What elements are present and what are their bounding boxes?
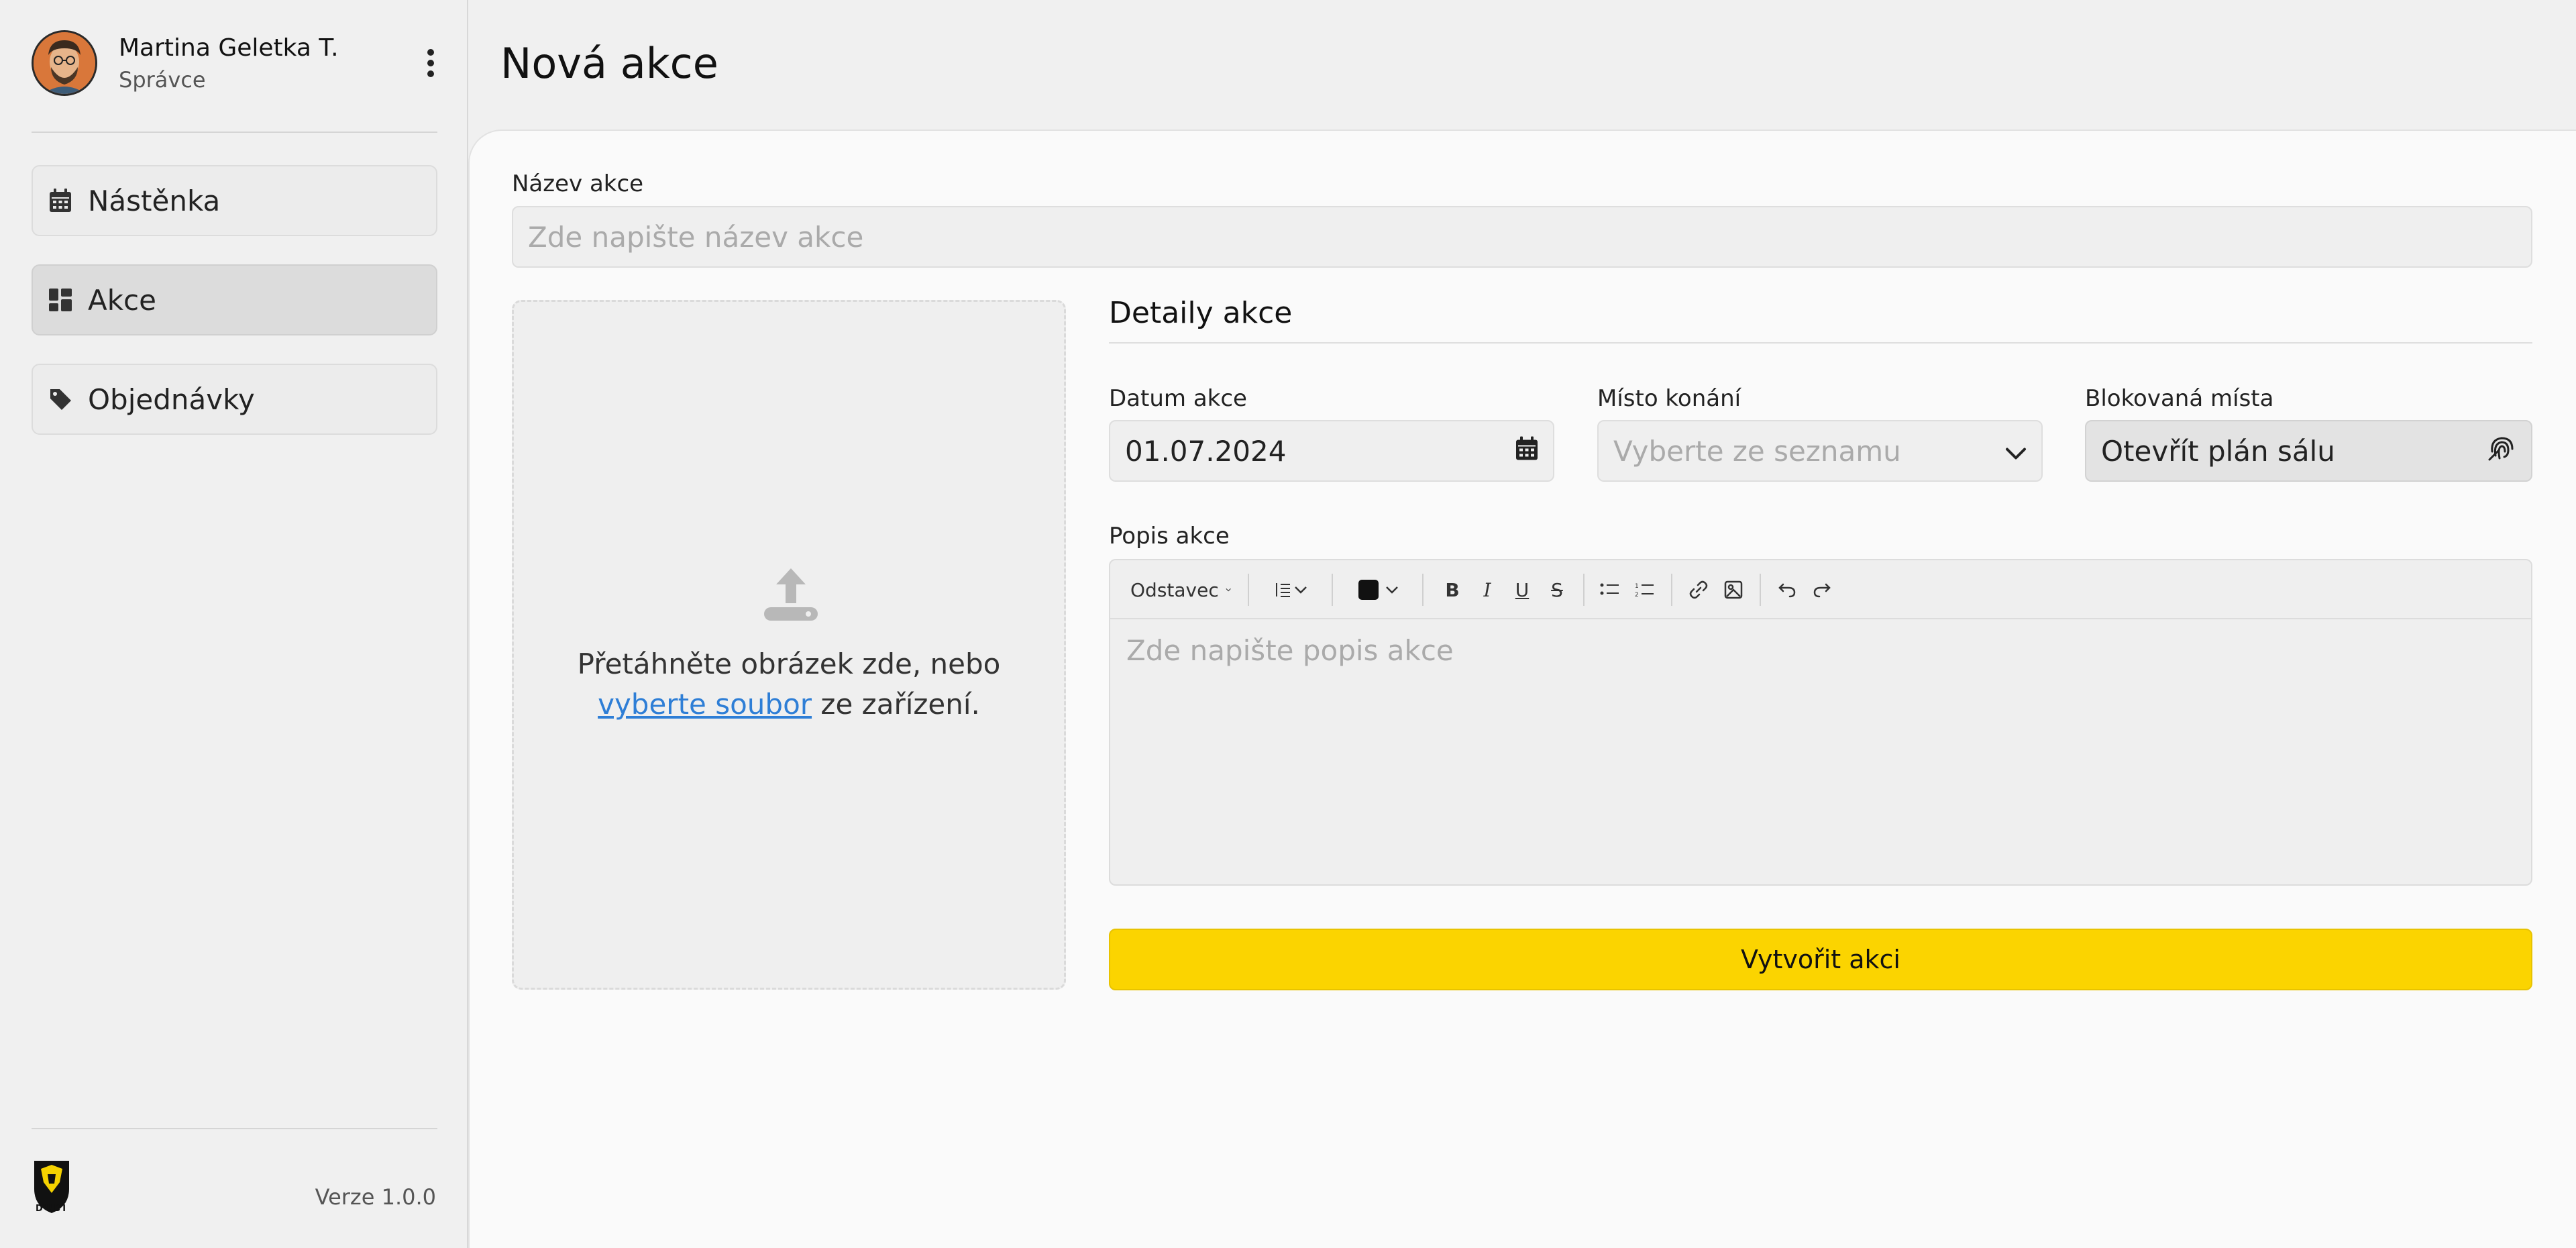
date-input[interactable]: 01.07.2024: [1109, 420, 1554, 482]
sidebar-item-akce[interactable]: Akce: [32, 264, 437, 335]
user-role: Správce: [119, 67, 206, 93]
version-label: Verze 1.0.0: [315, 1184, 436, 1210]
link-icon[interactable]: [1682, 560, 1715, 619]
image-icon[interactable]: [1717, 560, 1750, 619]
toolbar-separator: [1332, 574, 1333, 606]
logo-text: DUBÍ: [35, 1204, 68, 1214]
description-placeholder: Zde napište popis akce: [1126, 634, 1454, 667]
sidebar-footer-divider: [32, 1128, 437, 1129]
sidebar-item-label: Nástěnka: [88, 184, 221, 217]
bold-button[interactable]: B: [1436, 560, 1469, 619]
toolbar-separator: [1422, 574, 1424, 606]
dropzone-text-line2: vyberte soubor ze zařízení.: [514, 688, 1064, 721]
kebab-menu-icon[interactable]: [421, 49, 441, 83]
sidebar-item-objednavky[interactable]: Objednávky: [32, 364, 437, 435]
sidebar-divider: [32, 132, 437, 133]
paragraph-format-label: Odstavec: [1130, 578, 1219, 601]
create-event-button[interactable]: Vytvořit akci: [1109, 929, 2532, 990]
fingerprint-icon: [2487, 433, 2516, 469]
strikethrough-button[interactable]: S: [1540, 560, 1574, 619]
calendar-icon[interactable]: [1515, 435, 1538, 468]
blocked-seats-label: Blokovaná místa: [2085, 385, 2274, 412]
place-select[interactable]: Vyberte ze seznamu: [1597, 420, 2043, 482]
bullet-list-icon[interactable]: [1593, 560, 1627, 619]
text-color-picker[interactable]: [1352, 560, 1405, 619]
details-title: Detaily akce: [1109, 296, 1293, 330]
user-name: Martina Geletka T.: [119, 34, 339, 62]
chevron-down-icon: [2005, 435, 2027, 468]
sidebar-item-label: Objednávky: [88, 382, 255, 416]
calendar-icon: [48, 188, 73, 213]
color-swatch: [1358, 580, 1379, 600]
line-height-icon[interactable]: [1268, 560, 1315, 619]
tag-icon: [48, 386, 73, 412]
toolbar-separator: [1583, 574, 1585, 606]
avatar-illustration: [34, 32, 95, 94]
dropzone-text: Přetáhněte obrázek zde, nebo: [577, 647, 1001, 680]
editor-toolbar: Odstavec B I U S 12: [1110, 560, 2531, 619]
avatar: [32, 30, 97, 96]
details-divider: [1109, 342, 2532, 344]
user-profile: Martina Geletka T. Správce: [32, 30, 437, 97]
italic-button[interactable]: I: [1470, 560, 1504, 619]
toolbar-separator: [1760, 574, 1761, 606]
open-hall-plan-button[interactable]: Otevřít plán sálu: [2085, 420, 2532, 482]
svg-text:1: 1: [1635, 583, 1639, 590]
select-file-link[interactable]: vyberte soubor: [598, 688, 812, 721]
redo-icon[interactable]: [1805, 560, 1839, 619]
upload-icon: [763, 566, 819, 622]
date-label: Datum akce: [1109, 385, 1247, 412]
page-title: Nová akce: [500, 39, 718, 88]
toolbar-separator: [1671, 574, 1672, 606]
image-dropzone[interactable]: Přetáhněte obrázek zde, nebo vyberte sou…: [512, 300, 1066, 990]
undo-icon[interactable]: [1770, 560, 1804, 619]
sidebar: Martina Geletka T. Správce Nástěnka Akce…: [0, 0, 468, 1248]
chevron-down-icon: [1386, 586, 1398, 594]
sidebar-item-label: Akce: [88, 283, 156, 317]
event-name-label: Název akce: [512, 170, 644, 197]
date-value: 01.07.2024: [1125, 434, 1287, 468]
open-hall-plan-label: Otevřít plán sálu: [2101, 434, 2335, 468]
event-name-input[interactable]: Zde napište název akce: [512, 206, 2532, 268]
event-name-placeholder: Zde napište název akce: [528, 220, 864, 254]
chevron-down-icon: [1226, 588, 1231, 592]
paragraph-format-dropdown[interactable]: Odstavec: [1130, 560, 1231, 619]
dashboard-icon: [48, 287, 73, 313]
dropzone-text-after: ze zařízení.: [820, 688, 980, 721]
description-editor[interactable]: Odstavec B I U S 12 Zde napište popis ak…: [1109, 559, 2532, 886]
sidebar-item-nastenka[interactable]: Nástěnka: [32, 165, 437, 236]
svg-text:2: 2: [1635, 592, 1639, 598]
toolbar-separator: [1248, 574, 1249, 606]
dubi-logo: DUBÍ: [32, 1159, 72, 1220]
numbered-list-icon[interactable]: 12: [1628, 560, 1662, 619]
underline-button[interactable]: U: [1505, 560, 1539, 619]
place-placeholder: Vyberte ze seznamu: [1613, 434, 1901, 468]
place-label: Místo konání: [1597, 385, 1741, 412]
description-label: Popis akce: [1109, 523, 1230, 550]
